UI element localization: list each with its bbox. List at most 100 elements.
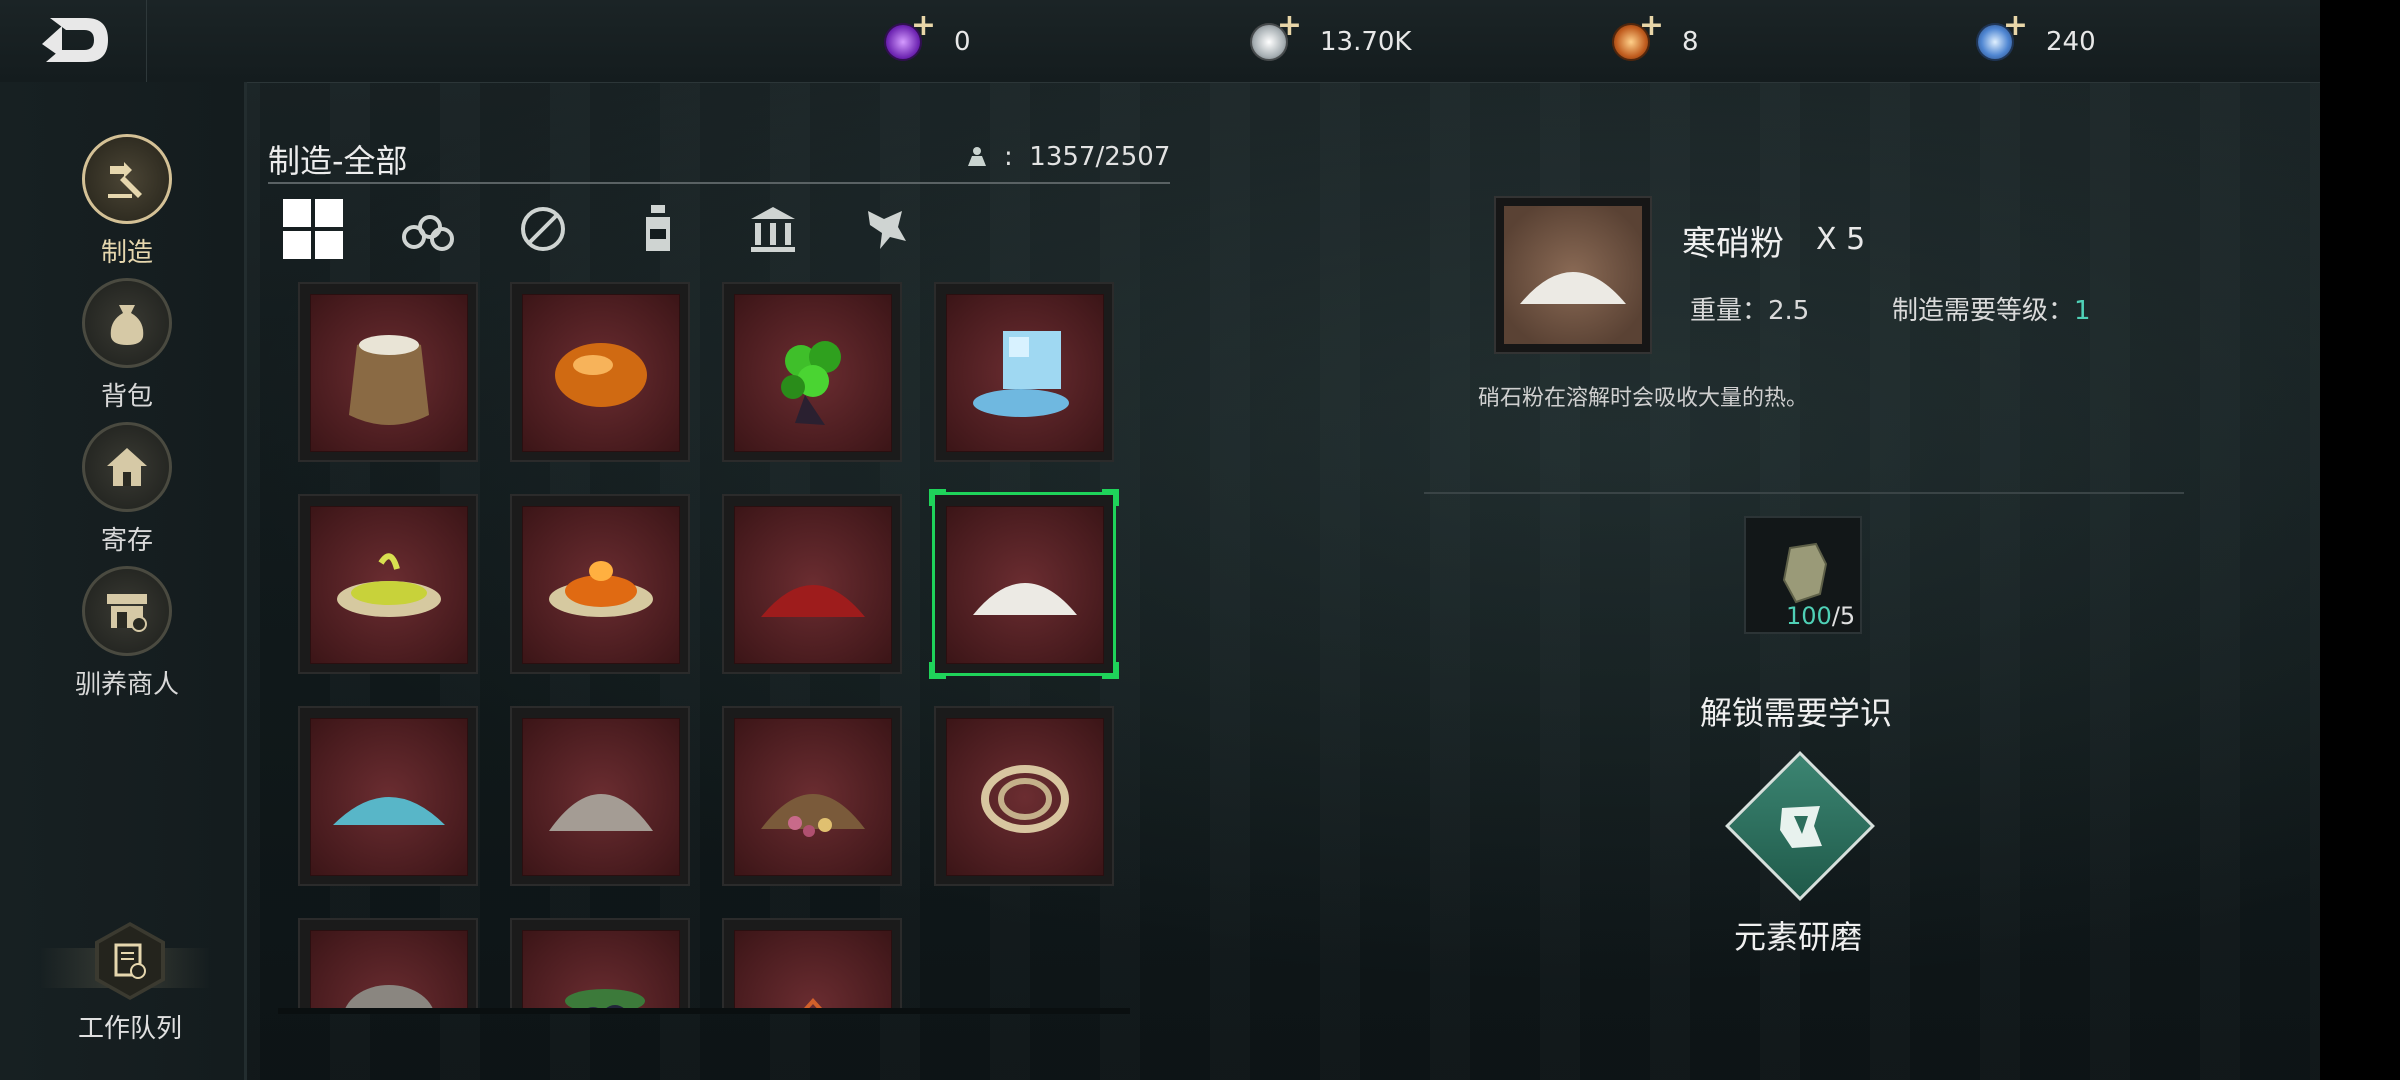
queue-frame [95, 922, 165, 1000]
back-arrow-icon [42, 18, 108, 62]
back-button[interactable] [38, 14, 112, 66]
sidebar-item-label: 寄存 [100, 526, 153, 556]
sidebar-item-merchant[interactable]: 驯养商人 [52, 566, 202, 701]
white-powder-icon [1520, 272, 1626, 304]
detail-divider [1424, 492, 2184, 494]
item-description: 硝石粉在溶解时会吸收大量的热。 [1478, 386, 1809, 411]
item-slot[interactable] [298, 706, 478, 886]
item-grid [278, 270, 1136, 1010]
add-icon: + [910, 8, 936, 43]
screen-edge [2320, 0, 2400, 1080]
item-slot-selected[interactable] [929, 489, 1119, 679]
item-slot[interactable] [934, 706, 1114, 886]
queue-list-icon [99, 926, 161, 996]
silver-coin-icon: + [1250, 11, 1302, 61]
currency-value: 13.70K [1320, 27, 1412, 57]
queue-label: 工作队列 [77, 1014, 182, 1044]
work-queue-button[interactable]: 工作队列 [40, 922, 220, 1045]
bag-icon [82, 278, 172, 368]
item-slot[interactable] [722, 282, 902, 462]
amber-resin-icon [555, 343, 647, 407]
selection-corner [1102, 662, 1119, 679]
knowledge-label: 元素研磨 [1734, 918, 1863, 956]
tab-consumables[interactable] [625, 196, 691, 262]
sidebar-item-storage[interactable]: 寄存 [52, 422, 202, 557]
top-divider [146, 0, 147, 82]
blue-gem-icon: + [1976, 11, 2028, 61]
stone-icon [344, 985, 434, 1010]
material-have: 100 [1786, 602, 1832, 630]
item-slot[interactable] [722, 494, 902, 674]
sidebar-item-label: 背包 [100, 382, 153, 412]
tab-pets[interactable] [855, 196, 921, 262]
building-icon [751, 207, 795, 252]
title-underline [268, 182, 1170, 184]
sidebar-item-craft[interactable]: 制造 [52, 134, 202, 269]
level-value: 1 [2074, 296, 2091, 326]
element-grind-icon [1780, 806, 1822, 848]
selection-corner [929, 662, 946, 679]
item-slot[interactable] [722, 918, 902, 1010]
item-slot[interactable] [510, 282, 690, 462]
sidebar-item-label: 驯养商人 [74, 670, 179, 700]
merchant-shop-icon [82, 566, 172, 656]
carry-weight: : 1357/2507 [964, 142, 1170, 172]
item-slot[interactable] [298, 282, 478, 462]
storage-house-icon [82, 422, 172, 512]
currency-value: 240 [2046, 27, 2096, 57]
sidebar-item-bag[interactable]: 背包 [52, 278, 202, 413]
pet-icon [868, 211, 906, 249]
tab-building[interactable] [740, 196, 806, 262]
currency-value: 8 [1682, 27, 1699, 57]
panel-title: 制造-全部 [268, 142, 408, 180]
green-berries-icon [781, 341, 841, 425]
ember-icon [801, 998, 825, 1010]
dark-berries-icon [565, 989, 645, 1010]
unlock-requirement-title: 解锁需要学识 [1700, 694, 1893, 732]
tab-materials[interactable] [395, 196, 461, 262]
currency-amber-coin[interactable]: + 8 [1612, 11, 1699, 70]
seed-mix-icon [761, 794, 865, 837]
item-name: 寒硝粉 [1682, 224, 1784, 264]
add-icon: + [1638, 8, 1664, 43]
tab-tools[interactable] [510, 196, 576, 262]
top-bar: + 0 + 13.70K + 8 + 240 [0, 0, 2320, 83]
red-powder-icon [761, 585, 865, 617]
tab-all[interactable] [280, 196, 346, 262]
tools-disabled-icon [521, 207, 565, 251]
item-slot[interactable] [298, 918, 478, 1010]
selection-corner [929, 489, 946, 506]
currency-purple-gem[interactable]: + 0 [884, 11, 971, 70]
detail-thumbnail [1494, 196, 1652, 354]
item-slot[interactable] [298, 494, 478, 674]
item-quantity: X 5 [1816, 222, 1866, 257]
flour-sack-icon [349, 335, 429, 425]
currency-silver-coin[interactable]: + 13.70K [1250, 11, 1412, 70]
item-slot[interactable] [722, 706, 902, 886]
item-weight: 重量：2.5 [1690, 296, 1810, 326]
item-slot[interactable] [934, 282, 1114, 462]
material-need: /5 [1831, 602, 1856, 630]
ice-cube-icon [973, 331, 1069, 417]
item-slot[interactable] [510, 918, 690, 1010]
purple-gem-icon: + [884, 11, 936, 61]
green-paste-dish-icon [337, 553, 441, 617]
craft-hammer-icon [82, 134, 172, 224]
side-nav: 制造 背包 寄存 驯养商人 工作队列 [0, 82, 247, 1080]
currency-value: 0 [954, 27, 971, 57]
white-powder-icon [973, 583, 1077, 615]
knowledge-badge[interactable] [1725, 751, 1875, 901]
item-slot[interactable] [510, 706, 690, 886]
currency-blue-gem[interactable]: + 240 [1976, 11, 2096, 70]
add-icon: + [1276, 8, 1302, 43]
item-slot[interactable] [510, 494, 690, 674]
selection-corner [1102, 489, 1119, 506]
material-count: 100/5 [1786, 602, 1855, 630]
wood-logs-icon [402, 215, 454, 251]
weight-icon [968, 147, 986, 166]
level-label: 制造需要等级： [1892, 296, 2075, 326]
amber-coin-icon: + [1612, 11, 1664, 61]
gray-powder-icon [549, 794, 653, 831]
sidebar-item-label: 制造 [100, 238, 153, 268]
add-icon: + [2002, 8, 2028, 43]
